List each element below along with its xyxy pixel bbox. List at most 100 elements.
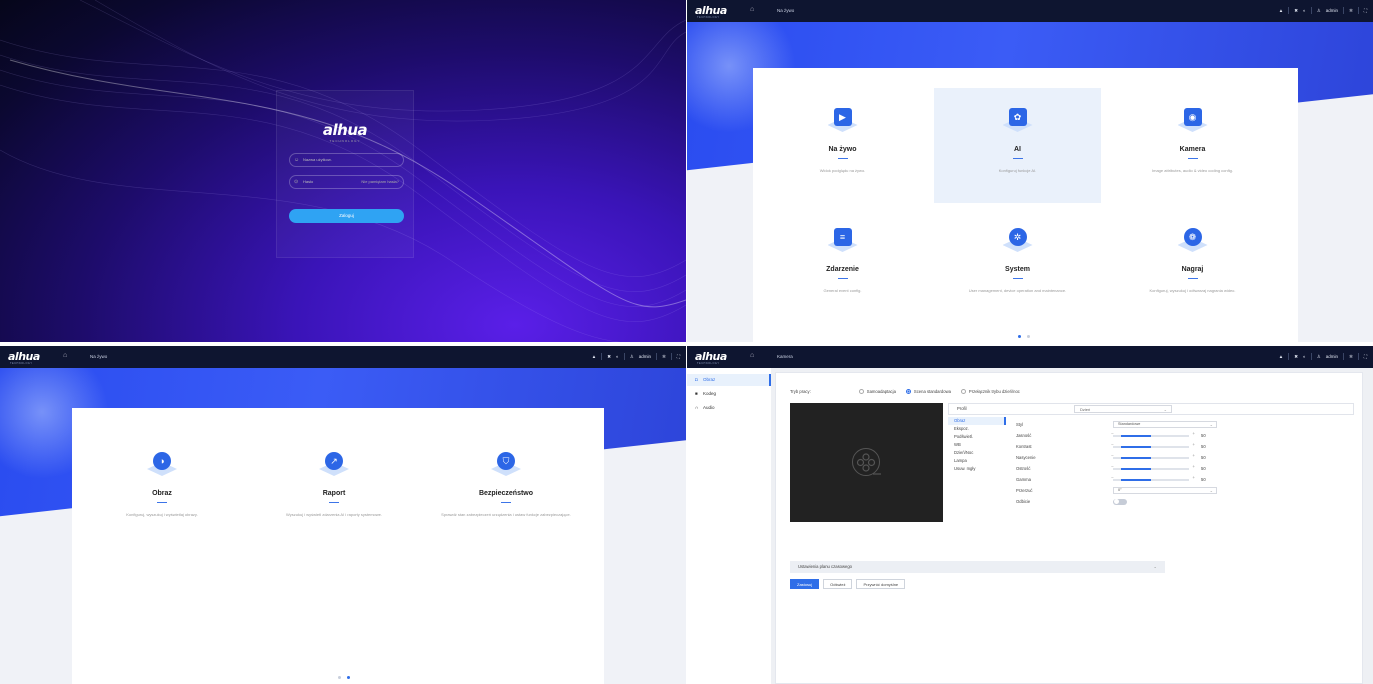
home-icon[interactable]: ⌂	[63, 352, 67, 359]
bell-icon[interactable]: ▲	[1279, 8, 1283, 13]
page-dot-2[interactable]	[1027, 335, 1030, 338]
module-tile-nagraj[interactable]: ❁ Nagraj Konfiguruj, wyszukuj i odtwarzaj …	[1109, 208, 1276, 323]
slider-track[interactable]: − +	[1111, 431, 1195, 437]
sidebar-item-audio[interactable]: ∩ Audio	[687, 402, 771, 414]
slider-row: Gamma − +50	[1016, 474, 1354, 485]
submenu-item[interactable]: Usuw. mgły	[948, 465, 1006, 473]
event-list-icon: ≡	[827, 224, 858, 254]
sidebar-item-kodeg[interactable]: ■ Kodeg	[687, 388, 771, 400]
top-bar: alhua TECHNOLOGY ⌂ Kamera ▲ ✖ ◐ ♙ admin …	[687, 346, 1373, 368]
fullscreen-icon[interactable]: ⛶	[1364, 8, 1367, 13]
slider-track[interactable]: − +	[1111, 442, 1195, 448]
tools-icon[interactable]: ✖	[1294, 354, 1298, 360]
refresh-button[interactable]: Odśwież	[823, 579, 853, 589]
camera-sidebar: ◘ Obraz ■ Kodeg ∩ Audio	[687, 368, 771, 684]
minus-icon[interactable]: −	[1111, 475, 1114, 480]
slider-track[interactable]: − +	[1111, 453, 1195, 459]
login-button[interactable]: Zaloguj	[289, 209, 404, 223]
brand-logo: alhua	[322, 121, 368, 139]
sidebar-item-obraz[interactable]: ◘ Obraz	[687, 374, 771, 386]
home-icon[interactable]: ⌂	[750, 352, 754, 359]
fullscreen-icon[interactable]: ⛶	[1364, 354, 1367, 359]
gear-icon[interactable]: ✲	[1349, 354, 1353, 360]
style-row: Styl Standardowe ⌄	[1016, 419, 1354, 430]
mode-option-standard[interactable]: Scena standardowa	[905, 389, 951, 395]
slider-value: 50	[1201, 433, 1206, 438]
mode-option-daynight[interactable]: Przełącznik trybu dzień/noc	[960, 389, 1020, 395]
profile-select[interactable]: Dzień ⌄	[1074, 405, 1172, 413]
schedule-dropdown[interactable]: Ustawienia planu czasowego ⌄	[790, 561, 1165, 573]
brand-tagline: TECHNOLOGY	[697, 16, 720, 19]
module-tile-system[interactable]: ✲ System User management, device operation…	[934, 208, 1101, 323]
rotate-label: Przerzuć	[1016, 488, 1033, 493]
module-tile-na-żywo[interactable]: ▶ Na żywo Widok podglądu na żywo.	[759, 88, 926, 203]
title-underline	[1187, 278, 1198, 279]
submenu-item[interactable]: WB	[948, 441, 1006, 449]
username-input[interactable]: ☺ Nazwa użytkow.	[289, 153, 404, 167]
submenu-item[interactable]: Podświetl.	[948, 433, 1006, 441]
mirror-row: Odbicie	[1016, 496, 1354, 507]
minus-icon[interactable]: −	[1111, 453, 1114, 458]
module-tile-raport[interactable]: ↗ Raport Wyszukuj i wyświetl zdarzenia AI …	[252, 432, 416, 552]
password-input[interactable]: ⊙ Hasło Nie pamiętam hasła?	[289, 175, 404, 189]
plus-icon[interactable]: +	[1192, 475, 1195, 480]
module-tile-ai[interactable]: ✿ AI Konfiguruj funkcje AI.	[934, 88, 1101, 203]
username-label[interactable]: admin	[1326, 354, 1338, 359]
slider-track[interactable]: − +	[1111, 464, 1195, 470]
minus-icon[interactable]: −	[1111, 442, 1114, 447]
plus-icon[interactable]: +	[1192, 442, 1195, 447]
mode-option-auto[interactable]: Samoadaptacja	[858, 389, 896, 395]
slider-track[interactable]: − +	[1111, 475, 1195, 481]
plus-icon[interactable]: +	[1192, 464, 1195, 469]
mirror-toggle[interactable]	[1113, 498, 1127, 505]
camera-main-panel: Tryb pracy: Samoadaptacja Scena standard…	[775, 372, 1363, 684]
fullscreen-icon[interactable]: ⛶	[677, 354, 680, 359]
slider-value: 50	[1201, 477, 1206, 482]
user-icon[interactable]: ♙	[1317, 8, 1321, 14]
module-card: ▶ Na żywo Widok podglądu na żywo. ✿ AI Konfig…	[753, 68, 1298, 342]
module-tile-obraz[interactable]: ◑ Obraz Konfiguruj, wyszukuj i wyświetlaj …	[80, 432, 244, 552]
bell-icon[interactable]: ▲	[592, 354, 596, 359]
tools-icon[interactable]: ✖	[607, 354, 611, 360]
submenu-item[interactable]: Dzień/Noc	[948, 449, 1006, 457]
page-dot-2[interactable]	[347, 676, 350, 679]
system-gear-icon: ✲	[1002, 224, 1033, 254]
module-tile-kamera[interactable]: ◉ Kamera Image attributes, audio & video c…	[1109, 88, 1276, 203]
gear-icon[interactable]: ✲	[1349, 8, 1353, 14]
restore-default-button[interactable]: Przywróć domyślne	[856, 579, 906, 589]
style-select[interactable]: Standardowe ⌄	[1113, 421, 1217, 428]
submenu-item[interactable]: Obraz	[948, 417, 1006, 425]
title-underline	[837, 158, 848, 159]
username-label[interactable]: admin	[639, 354, 651, 359]
tools-icon[interactable]: ✖	[1294, 8, 1298, 14]
module-tile-bezpieczeństwo[interactable]: ⛉ Bezpieczeństwo Sprawdź stan zabezpieczeń…	[424, 432, 588, 552]
plus-icon[interactable]: +	[1192, 431, 1195, 436]
user-icon[interactable]: ♙	[630, 354, 634, 360]
forgot-password-link[interactable]: Nie pamiętam hasła?	[361, 176, 399, 188]
submenu-item[interactable]: Lampa	[948, 457, 1006, 465]
refresh-icon[interactable]: ◐	[1303, 354, 1306, 359]
bell-icon[interactable]: ▲	[1279, 354, 1283, 359]
rotate-select[interactable]: 0° ⌄	[1113, 487, 1217, 494]
plus-icon[interactable]: +	[1192, 453, 1195, 458]
refresh-icon[interactable]: ◐	[616, 354, 619, 359]
slider-label: Jasność	[1016, 433, 1032, 438]
submenu-item[interactable]: Ekspoz.	[948, 425, 1006, 433]
style-label: Styl	[1016, 422, 1023, 427]
refresh-icon[interactable]: ◐	[1303, 8, 1306, 13]
profile-label: Profil	[957, 406, 967, 411]
username-label[interactable]: admin	[1326, 8, 1338, 13]
report-chart-icon: ↗	[319, 448, 349, 478]
user-icon: ☺	[294, 157, 300, 163]
minus-icon[interactable]: −	[1111, 431, 1114, 436]
slider-row: Nasycenie − +50	[1016, 452, 1354, 463]
page-dot-1[interactable]	[338, 676, 341, 679]
home-icon[interactable]: ⌂	[750, 6, 754, 13]
gear-icon[interactable]: ✲	[662, 354, 666, 360]
module-tile-zdarzenie[interactable]: ≡ Zdarzenie General event config.	[759, 208, 926, 323]
minus-icon[interactable]: −	[1111, 464, 1114, 469]
apply-button[interactable]: Zastosuj	[790, 579, 820, 589]
page-dot-1[interactable]	[1018, 335, 1021, 338]
user-icon[interactable]: ♙	[1317, 354, 1321, 360]
radio-icon	[960, 389, 966, 395]
